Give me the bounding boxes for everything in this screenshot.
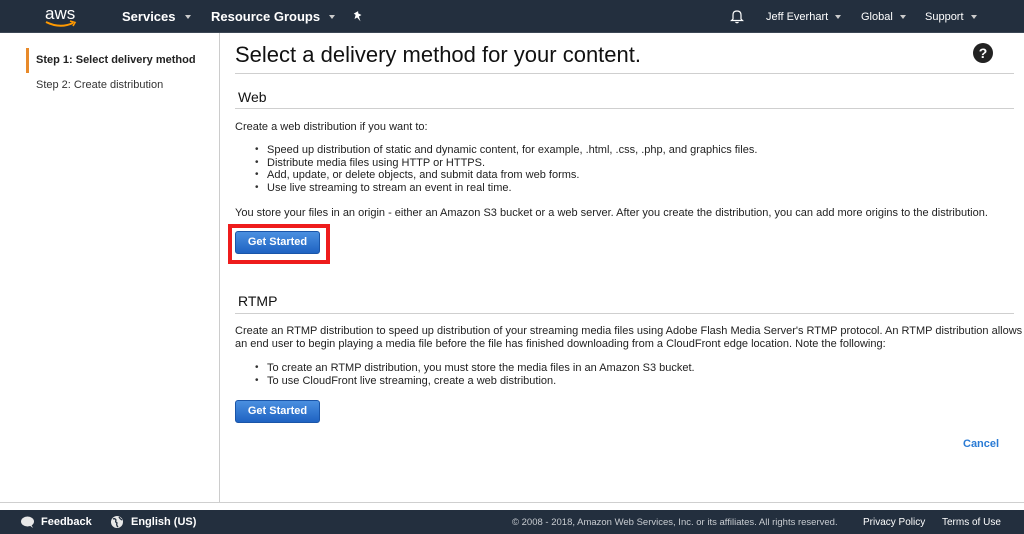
bell-icon bbox=[730, 10, 744, 24]
list-item: Distribute media files using HTTP or HTT… bbox=[255, 157, 757, 170]
top-nav-bar: aws Services Resource Groups Jeff Everha… bbox=[0, 0, 1024, 33]
pin-button[interactable] bbox=[352, 0, 364, 33]
web-bullet-list: Speed up distribution of static and dyna… bbox=[255, 144, 757, 195]
page-title: Select a delivery method for your conten… bbox=[235, 42, 641, 67]
user-menu[interactable]: Jeff Everhart bbox=[766, 0, 842, 33]
step-select-delivery-method[interactable]: Step 1: Select delivery method bbox=[26, 48, 196, 73]
list-item: Add, update, or delete objects, and subm… bbox=[255, 169, 757, 182]
title-divider bbox=[235, 73, 1014, 74]
rtmp-intro-text: Create an RTMP distribution to speed up … bbox=[235, 325, 1023, 350]
help-icon[interactable]: ? bbox=[973, 43, 993, 63]
terms-of-use-link[interactable]: Terms of Use bbox=[942, 510, 1001, 534]
privacy-policy-link[interactable]: Privacy Policy bbox=[863, 510, 925, 534]
language-selector[interactable]: English (US) bbox=[110, 510, 196, 534]
chevron-down-icon bbox=[184, 14, 191, 19]
footer-bar: Feedback English (US) © 2008 - 2018, Ama… bbox=[0, 510, 1024, 534]
bottom-divider bbox=[0, 502, 1024, 503]
support-label: Support bbox=[925, 10, 964, 23]
list-item: To use CloudFront live streaming, create… bbox=[255, 375, 695, 388]
highlight-annotation-box bbox=[228, 224, 330, 264]
aws-logo[interactable]: aws bbox=[44, 2, 80, 30]
resource-groups-label: Resource Groups bbox=[211, 9, 321, 24]
globe-icon bbox=[111, 516, 123, 528]
speech-bubble-icon bbox=[21, 516, 34, 528]
region-menu[interactable]: Global bbox=[861, 0, 906, 33]
web-intro-text: Create a web distribution if you want to… bbox=[235, 121, 428, 133]
copyright-text: © 2008 - 2018, Amazon Web Services, Inc.… bbox=[512, 516, 838, 528]
services-menu[interactable]: Services bbox=[122, 0, 191, 33]
rtmp-get-started-button[interactable]: Get Started bbox=[235, 400, 320, 423]
web-section-divider bbox=[235, 108, 1014, 109]
cancel-link[interactable]: Cancel bbox=[963, 438, 999, 450]
list-item: Use live streaming to stream an event in… bbox=[255, 182, 757, 195]
chevron-down-icon bbox=[970, 14, 977, 19]
feedback-label: Feedback bbox=[41, 516, 92, 528]
step-create-distribution[interactable]: Step 2: Create distribution bbox=[26, 79, 163, 91]
aws-smile-icon bbox=[45, 20, 77, 27]
chevron-down-icon bbox=[835, 14, 842, 19]
pushpin-icon bbox=[353, 10, 362, 21]
support-menu[interactable]: Support bbox=[925, 0, 977, 33]
resource-groups-menu[interactable]: Resource Groups bbox=[211, 0, 336, 33]
chevron-down-icon bbox=[899, 14, 906, 19]
rtmp-bullet-list: To create an RTMP distribution, you must… bbox=[255, 362, 695, 388]
web-section-heading: Web bbox=[238, 89, 267, 105]
region-label: Global bbox=[861, 10, 893, 23]
rtmp-section-divider bbox=[235, 313, 1014, 314]
chevron-down-icon bbox=[329, 14, 336, 19]
language-label: English (US) bbox=[131, 516, 197, 528]
rtmp-section-heading: RTMP bbox=[238, 293, 278, 309]
main-content: Select a delivery method for your conten… bbox=[220, 33, 1024, 502]
feedback-button[interactable]: Feedback bbox=[20, 510, 92, 534]
list-item: To create an RTMP distribution, you must… bbox=[255, 362, 695, 375]
web-origin-note: You store your files in an origin - eith… bbox=[235, 207, 988, 219]
notifications-button[interactable] bbox=[730, 0, 744, 33]
services-label: Services bbox=[122, 9, 176, 24]
list-item: Speed up distribution of static and dyna… bbox=[255, 144, 757, 157]
user-name: Jeff Everhart bbox=[766, 10, 829, 23]
wizard-sidebar: Step 1: Select delivery method Step 2: C… bbox=[0, 33, 220, 502]
